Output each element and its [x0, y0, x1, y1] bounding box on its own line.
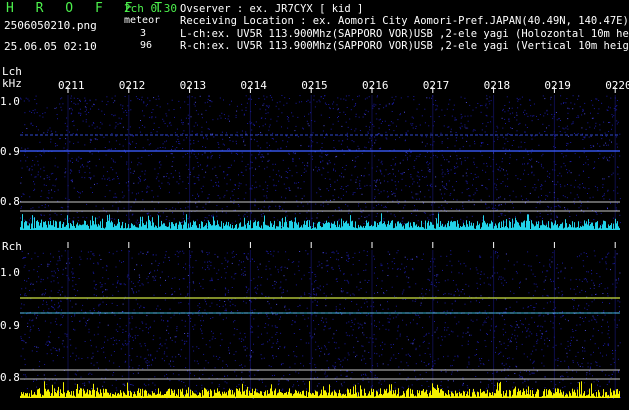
lch-signal-level [20, 213, 620, 230]
rch-signal-level [20, 381, 620, 398]
rch-spectrogram [20, 242, 621, 399]
lch-spectrogram [20, 87, 621, 230]
spectrogram-canvas [20, 87, 621, 399]
